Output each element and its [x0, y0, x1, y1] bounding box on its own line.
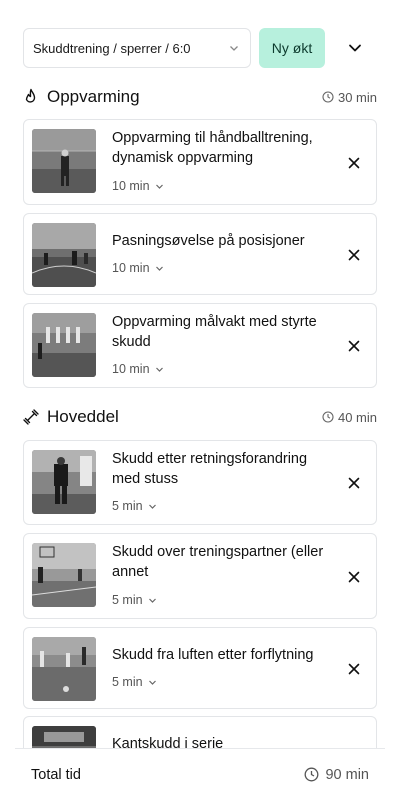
- session-select-value: Skuddtrening / sperrer / 6:0: [33, 40, 191, 56]
- flame-icon: [25, 88, 36, 103]
- remove-exercise-button[interactable]: [346, 155, 362, 171]
- exercise-card[interactable]: Skudd over treningspartner (eller annet …: [23, 533, 377, 619]
- total-time-value: 90 min: [325, 766, 369, 783]
- exercise-title: Skudd over treningspartner (eller annet: [112, 544, 324, 580]
- remove-exercise-button[interactable]: [346, 661, 362, 677]
- duration-dropdown[interactable]: 10 min: [112, 362, 164, 376]
- close-icon: [348, 157, 360, 169]
- exercise-thumbnail: [32, 543, 96, 607]
- section-title: Oppvarming: [47, 87, 140, 106]
- section-time: 40 min: [337, 409, 377, 425]
- exercise-title: Oppvarming målvakt med styrte skudd: [112, 314, 317, 350]
- dumbbell-icon: [23, 409, 39, 425]
- new-session-button[interactable]: Ny økt: [259, 28, 325, 68]
- session-content[interactable]: Skuddtrening / sperrer / 6:0 Ny økt Oppv…: [0, 0, 400, 748]
- toolbar: Skuddtrening / sperrer / 6:0 Ny økt: [23, 28, 377, 68]
- clock-icon: [322, 411, 334, 423]
- chevron-down-icon: [148, 504, 156, 509]
- remove-exercise-button[interactable]: [346, 338, 362, 354]
- remove-exercise-button[interactable]: [346, 475, 362, 491]
- exercise-thumbnail: [32, 637, 96, 701]
- chevron-down-icon: [230, 46, 238, 51]
- section-title: Hoveddel: [47, 407, 119, 426]
- exercise-thumbnail: [32, 313, 96, 377]
- chevron-down-icon: [148, 598, 156, 603]
- duration-value: 5 min: [112, 675, 143, 689]
- duration-value: 10 min: [112, 261, 150, 275]
- exercise-title: Oppvarming til håndballtrening, dynamisk…: [112, 130, 313, 166]
- section-header-warmup: Oppvarming 30 min: [23, 85, 377, 109]
- clock-icon: [305, 767, 319, 782]
- exercise-thumbnail: [32, 450, 96, 514]
- close-icon: [348, 340, 360, 352]
- remove-exercise-button[interactable]: [346, 247, 362, 263]
- session-planner: Skuddtrening / sperrer / 6:0 Ny økt Oppv…: [0, 0, 400, 800]
- duration-dropdown[interactable]: 10 min: [112, 179, 164, 193]
- close-icon: [348, 571, 360, 583]
- section-header-main: Hoveddel 40 min: [23, 405, 377, 429]
- duration-dropdown[interactable]: 5 min: [112, 499, 157, 513]
- exercise-card[interactable]: Oppvarming målvakt med styrte skudd 10 m…: [23, 303, 377, 388]
- exercise-title: Pasningsøvelse på posisjoner: [112, 233, 305, 249]
- chevron-down-icon: [148, 680, 156, 685]
- duration-dropdown[interactable]: 5 min: [112, 675, 157, 689]
- close-icon: [348, 477, 360, 489]
- duration-dropdown[interactable]: 5 min: [112, 593, 157, 607]
- chevron-down-icon: [155, 266, 163, 271]
- close-icon: [348, 249, 360, 261]
- exercise-thumbnail: [32, 223, 96, 287]
- section-time: 30 min: [337, 89, 377, 105]
- chevron-down-icon: [155, 367, 163, 372]
- collapse-button[interactable]: [335, 28, 375, 68]
- exercise-card[interactable]: Skudd etter retningsforandring med stuss…: [23, 440, 377, 525]
- total-label: Total tid: [31, 766, 81, 783]
- exercise-card[interactable]: Kantskudd i serie: [23, 716, 377, 748]
- duration-dropdown[interactable]: 10 min: [112, 261, 164, 275]
- exercise-thumbnail: [32, 726, 96, 748]
- exercise-title: Skudd fra luften etter forflytning: [112, 647, 314, 663]
- exercise-title: Kantskudd i serie: [112, 736, 224, 748]
- exercise-card[interactable]: Skudd fra luften etter forflytning 5 min: [23, 627, 377, 709]
- session-select[interactable]: Skuddtrening / sperrer / 6:0: [23, 28, 251, 68]
- duration-value: 10 min: [112, 362, 150, 376]
- chevron-down-icon: [349, 44, 361, 52]
- remove-exercise-button[interactable]: [346, 569, 362, 585]
- duration-value: 5 min: [112, 499, 143, 513]
- close-icon: [348, 663, 360, 675]
- chevron-down-icon: [155, 184, 163, 189]
- exercise-thumbnail: [32, 129, 96, 193]
- duration-value: 5 min: [112, 593, 143, 607]
- clock-icon: [322, 91, 334, 103]
- total-time-footer: Total tid 90 min: [15, 748, 385, 800]
- exercise-card[interactable]: Oppvarming til håndballtrening, dynamisk…: [23, 119, 377, 205]
- exercise-title: Skudd etter retningsforandring med stuss: [112, 451, 308, 487]
- exercise-card[interactable]: Pasningsøvelse på posisjoner 10 min: [23, 213, 377, 295]
- duration-value: 10 min: [112, 179, 150, 193]
